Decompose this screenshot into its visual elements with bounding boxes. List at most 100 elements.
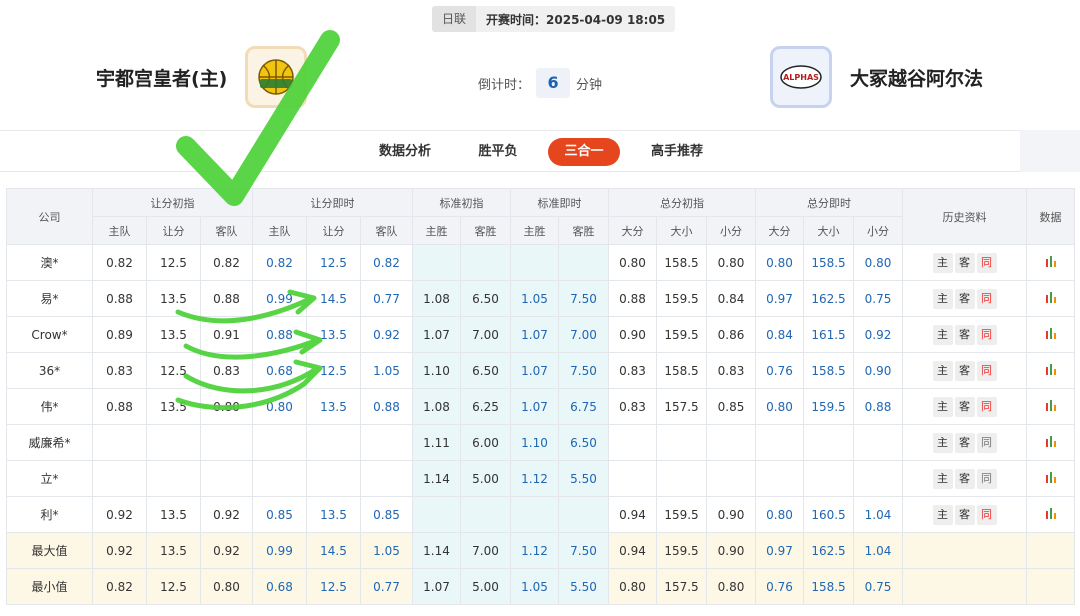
odds-cell: 5.00 bbox=[460, 460, 511, 497]
col-total-initial: 总分初指 bbox=[608, 188, 756, 217]
history-same-button[interactable]: 同 bbox=[976, 288, 997, 309]
history-same-button[interactable]: 同 bbox=[976, 324, 997, 345]
company-name[interactable]: 利* bbox=[6, 496, 93, 533]
odds-cell: 1.07 bbox=[412, 568, 461, 605]
tab-bar: 数据分析 胜平负 三合一 高手推荐 bbox=[0, 130, 1020, 172]
bar-chart-icon[interactable] bbox=[1044, 254, 1058, 268]
history-away-button[interactable]: 客 bbox=[954, 360, 975, 381]
history-cell: 主客同 bbox=[902, 352, 1027, 389]
history-same-button[interactable]: 同 bbox=[976, 252, 997, 273]
subheader-cell: 客胜 bbox=[460, 216, 511, 245]
history-same-button[interactable]: 同 bbox=[976, 396, 997, 417]
history-home-button[interactable]: 主 bbox=[932, 324, 953, 345]
history-away-button[interactable]: 客 bbox=[954, 288, 975, 309]
bar-chart-icon[interactable] bbox=[1044, 506, 1058, 520]
tab-three-in-one[interactable]: 三合一 bbox=[548, 138, 620, 166]
history-away-button[interactable]: 客 bbox=[954, 468, 975, 489]
data-cell bbox=[1026, 568, 1075, 605]
home-team[interactable]: 宇都宫皇者(主) bbox=[96, 46, 308, 108]
odds-cell: 158.5 bbox=[803, 352, 854, 389]
subheader-cell: 客队 bbox=[200, 216, 253, 245]
odds-cell: 1.05 bbox=[360, 352, 413, 389]
data-cell bbox=[1026, 244, 1075, 281]
bar-chart-icon[interactable] bbox=[1044, 398, 1058, 412]
bar-chart-icon[interactable] bbox=[1044, 434, 1058, 448]
history-same-button[interactable]: 同 bbox=[976, 432, 997, 453]
odds-cell: 159.5 bbox=[656, 496, 707, 533]
tab-data-analysis[interactable]: 数据分析 bbox=[372, 138, 438, 166]
odds-cell: 1.14 bbox=[412, 532, 461, 569]
col-total-live: 总分即时 bbox=[755, 188, 903, 217]
odds-cell: 160.5 bbox=[803, 496, 854, 533]
company-name[interactable]: 36* bbox=[6, 352, 93, 389]
col-history: 历史资料 bbox=[902, 188, 1027, 245]
odds-cell: 0.88 bbox=[360, 388, 413, 425]
data-cell bbox=[1026, 532, 1075, 569]
history-home-button[interactable]: 主 bbox=[932, 396, 953, 417]
odds-cell: 1.14 bbox=[412, 460, 461, 497]
odds-cell: 5.50 bbox=[558, 568, 609, 605]
history-home-button[interactable]: 主 bbox=[932, 432, 953, 453]
history-home-button[interactable]: 主 bbox=[932, 288, 953, 309]
company-name[interactable]: 立* bbox=[6, 460, 93, 497]
odds-cell: 0.85 bbox=[360, 496, 413, 533]
table-body: 澳* 0.82 12.5 0.82 0.82 12.5 0.82 0.80 158.5 0.80 0… bbox=[6, 244, 1075, 605]
odds-cell: 0.75 bbox=[853, 568, 903, 605]
company-name[interactable]: 威廉希* bbox=[6, 424, 93, 461]
odds-cell: 13.5 bbox=[146, 280, 201, 317]
odds-cell: 7.50 bbox=[558, 352, 609, 389]
company-name[interactable]: 伟* bbox=[6, 388, 93, 425]
history-same-button[interactable]: 同 bbox=[976, 468, 997, 489]
odds-cell: 13.5 bbox=[306, 388, 361, 425]
countdown: 倒计时： 6 分钟 bbox=[478, 68, 602, 98]
subheader-cell: 让分 bbox=[306, 216, 361, 245]
company-name[interactable]: 易* bbox=[6, 280, 93, 317]
company-name[interactable]: 澳* bbox=[6, 244, 93, 281]
history-away-button[interactable]: 客 bbox=[954, 324, 975, 345]
odds-table-wrap: 公司 让分初指 让分即时 标准初指 标准即时 总分初指 总分即时 历史资料 数据… bbox=[6, 188, 1075, 605]
bar-chart-icon[interactable] bbox=[1044, 290, 1058, 304]
tab-win-draw-lose[interactable]: 胜平负 bbox=[470, 138, 526, 166]
odds-cell bbox=[608, 424, 657, 461]
odds-cell: 0.97 bbox=[755, 280, 804, 317]
bar-chart-icon[interactable] bbox=[1044, 362, 1058, 376]
odds-cell bbox=[200, 460, 253, 497]
odds-cell bbox=[803, 424, 854, 461]
bar-chart-icon[interactable] bbox=[1044, 470, 1058, 484]
odds-cell: 7.00 bbox=[558, 316, 609, 353]
history-home-button[interactable]: 主 bbox=[932, 252, 953, 273]
odds-cell: 1.12 bbox=[510, 460, 559, 497]
odds-cell: 0.82 bbox=[92, 568, 147, 605]
away-team-name: 大冢越谷阿尔法 bbox=[850, 67, 984, 90]
odds-cell: 0.99 bbox=[252, 280, 307, 317]
odds-cell: 7.50 bbox=[558, 280, 609, 317]
tab-expert-picks[interactable]: 高手推荐 bbox=[644, 138, 710, 166]
history-away-button[interactable]: 客 bbox=[954, 252, 975, 273]
history-same-button[interactable]: 同 bbox=[976, 504, 997, 525]
history-home-button[interactable]: 主 bbox=[932, 504, 953, 525]
odds-cell: 0.80 bbox=[755, 388, 804, 425]
countdown-value: 6 bbox=[536, 68, 571, 98]
bar-chart-icon[interactable] bbox=[1044, 326, 1058, 340]
odds-cell: 0.83 bbox=[608, 388, 657, 425]
odds-cell bbox=[252, 424, 307, 461]
history-cell: 主客同 bbox=[902, 244, 1027, 281]
history-away-button[interactable]: 客 bbox=[954, 396, 975, 417]
history-away-button[interactable]: 客 bbox=[954, 504, 975, 525]
odds-cell: 0.92 bbox=[92, 496, 147, 533]
history-same-button[interactable]: 同 bbox=[976, 360, 997, 381]
col-handicap-live: 让分即时 bbox=[252, 188, 413, 217]
match-info: 日联 开赛时间：2025-04-09 18:05 bbox=[432, 6, 676, 32]
history-home-button[interactable]: 主 bbox=[932, 360, 953, 381]
data-cell bbox=[1026, 460, 1075, 497]
odds-cell: 6.50 bbox=[460, 352, 511, 389]
away-team[interactable]: ALPHAS 大冢越谷阿尔法 bbox=[770, 46, 983, 108]
history-home-button[interactable]: 主 bbox=[932, 468, 953, 489]
company-name[interactable]: Crow* bbox=[6, 316, 93, 353]
history-away-button[interactable]: 客 bbox=[954, 432, 975, 453]
odds-cell: 12.5 bbox=[146, 352, 201, 389]
home-team-name: 宇都宫皇者(主) bbox=[96, 67, 228, 90]
data-cell bbox=[1026, 352, 1075, 389]
table-row: 立* 1.14 5.00 1.12 5.50 主客同 bbox=[6, 460, 1075, 497]
history-cell: 主客同 bbox=[902, 496, 1027, 533]
